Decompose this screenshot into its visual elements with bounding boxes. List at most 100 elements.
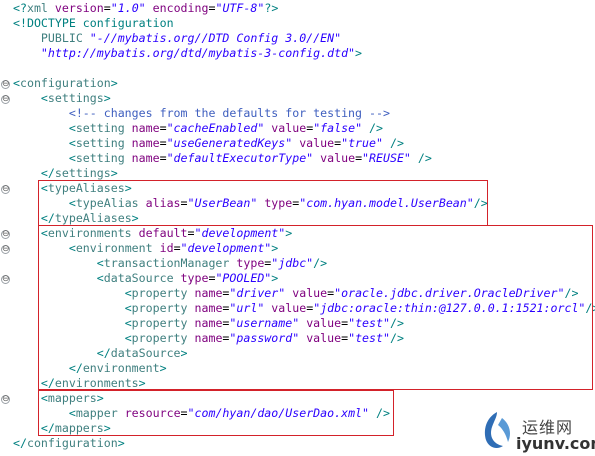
code-token: "1.0": [110, 1, 146, 15]
code-token: </: [40, 211, 55, 225]
code-token: "defaultExecutorType": [166, 151, 314, 165]
code-token: <: [68, 121, 76, 135]
code-line[interactable]: <?xml version="1.0" encoding="UTF-8"?>: [13, 1, 595, 16]
code-token: </: [96, 346, 111, 360]
code-token: "POOLED": [215, 271, 272, 285]
code-token: environment: [75, 241, 160, 255]
code-token: />: [389, 331, 404, 345]
xml-editor[interactable]: <?xml version="1.0" encoding="UTF-8"?> <!…: [0, 0, 595, 456]
code-line[interactable]: <typeAlias alias="UserBean" type="com.hy…: [13, 196, 595, 211]
code-token: =: [159, 121, 167, 135]
code-line[interactable]: <settings>: [13, 91, 595, 106]
code-line[interactable]: </environment>: [13, 361, 595, 376]
fold-mappers-icon[interactable]: ⊖: [1, 395, 10, 404]
code-line[interactable]: <typeAliases>: [13, 181, 595, 196]
fold-configuration-icon[interactable]: ⊖: [1, 80, 10, 89]
code-token: name: [194, 331, 223, 345]
code-token: property: [131, 331, 195, 345]
code-token: />: [564, 286, 579, 300]
code-token: value: [271, 121, 307, 135]
code-line[interactable]: <environments default="development">: [13, 226, 595, 241]
code-line[interactable]: <mappers>: [13, 391, 595, 406]
fold-settings-icon[interactable]: ⊖: [1, 95, 10, 104]
code-line[interactable]: <property name="password" value="test"/>: [13, 331, 595, 346]
code-token: "REUSE": [362, 151, 411, 165]
code-line[interactable]: <property name="url" value="jdbc:oracle:…: [13, 301, 595, 316]
code-line[interactable]: <!DOCTYPE configuration: [13, 16, 595, 31]
code-token: typeAlias: [75, 196, 146, 210]
code-line[interactable]: <environment id="development">: [13, 241, 595, 256]
code-token: />: [369, 121, 384, 135]
code-token: <: [96, 256, 104, 270]
code-line[interactable]: PUBLIC "-//mybatis.org//DTD Config 3.0//…: [13, 31, 595, 46]
code-line[interactable]: <transactionManager type="jdbc"/>: [13, 256, 595, 271]
code-token: <: [68, 136, 76, 150]
code-line[interactable]: </environments>: [13, 376, 595, 391]
fold-environments-icon[interactable]: ⊖: [1, 230, 10, 239]
code-line[interactable]: <setting name="useGeneratedKeys" value="…: [13, 136, 595, 151]
code-line[interactable]: <setting name="cacheEnabled" value="fals…: [13, 121, 595, 136]
code-token: name: [131, 151, 160, 165]
code-token: <: [40, 91, 48, 105]
code-token: "oracle.jdbc.driver.OracleDriver": [334, 286, 565, 300]
code-token: resource: [124, 406, 181, 420]
code-token: typeAliases: [47, 181, 125, 195]
code-line[interactable]: </dataSource>: [13, 346, 595, 361]
code-token: "com/hyan/dao/UserDao.xml": [187, 406, 370, 420]
fold-typealiases-icon[interactable]: ⊖: [1, 185, 10, 194]
code-token: >: [138, 376, 146, 390]
code-token: mappers: [54, 421, 104, 435]
code-line[interactable]: "http://mybatis.org/dtd/mybatis-3-config…: [13, 46, 595, 61]
code-line[interactable]: <dataSource type="POOLED">: [13, 271, 595, 286]
watermark-logo-icon: [484, 412, 510, 448]
code-token: "driver": [229, 286, 286, 300]
code-token: name: [131, 121, 160, 135]
code-token: </: [68, 361, 83, 375]
fold-environment-icon[interactable]: ⊖: [1, 245, 10, 254]
code-token: "useGeneratedKeys": [166, 136, 293, 150]
code-token: >: [271, 241, 279, 255]
code-token: property: [131, 286, 195, 300]
code-token: =: [173, 241, 181, 255]
code-line[interactable]: <!-- changes from the defaults for testi…: [13, 106, 595, 121]
code-token: "test": [348, 331, 390, 345]
code-token: </: [40, 166, 55, 180]
code-token: =: [180, 406, 188, 420]
code-token: <: [13, 76, 20, 90]
code-token: <: [68, 196, 76, 210]
code-token: "UserBean": [187, 196, 258, 210]
code-token: mappers: [47, 391, 97, 405]
code-token: />: [376, 406, 390, 420]
fold-datasource-icon[interactable]: ⊖: [1, 275, 10, 284]
code-line[interactable]: <configuration>: [13, 76, 595, 91]
code-token: >: [110, 166, 118, 180]
code-token: />: [389, 316, 404, 330]
code-token: settings: [47, 91, 104, 105]
code-token: value: [292, 286, 328, 300]
code-line[interactable]: [13, 61, 595, 76]
code-token: />: [473, 196, 488, 210]
code-token: value: [306, 316, 342, 330]
code-line[interactable]: </settings>: [13, 166, 595, 181]
code-line[interactable]: <property name="driver" value="oracle.jd…: [13, 286, 595, 301]
code-token: />: [313, 256, 328, 270]
code-line[interactable]: <property name="username" value="test"/>: [13, 316, 595, 331]
code-token: "development": [194, 226, 286, 240]
code-line[interactable]: </typeAliases>: [13, 211, 595, 226]
code-line[interactable]: <setting name="defaultExecutorType" valu…: [13, 151, 595, 166]
code-token: dataSource: [103, 271, 181, 285]
code-token: name: [194, 286, 223, 300]
code-token: <: [68, 151, 76, 165]
